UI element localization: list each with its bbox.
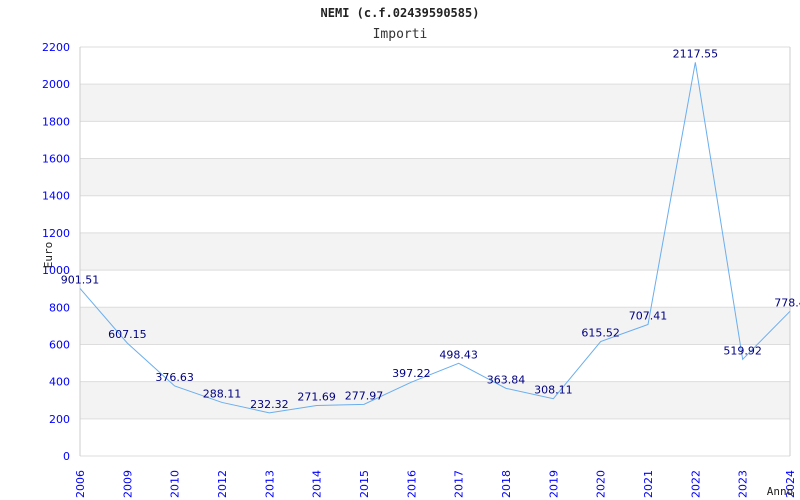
x-tick-label: 2013 (263, 470, 276, 498)
chart: 0 200 400 600 800 1000 1200 1400 1600 1800 2000 220… (0, 0, 800, 500)
x-tick-label: 2021 (642, 470, 655, 498)
y-tick-label: 2000 (42, 78, 70, 91)
x-tick-label: 2020 (595, 470, 608, 498)
data-label: 308.11 (534, 384, 573, 397)
data-label: 363.84 (487, 373, 526, 386)
y-tick-label: 0 (63, 450, 70, 463)
data-label: 519.92 (723, 344, 762, 357)
data-label: 271.69 (297, 390, 336, 403)
y-tick-label: 1800 (42, 115, 70, 128)
x-axis-label: Anno (767, 485, 794, 498)
y-tick-label: 400 (49, 376, 70, 389)
data-label: 376.63 (155, 371, 194, 384)
grid-band (80, 158, 790, 196)
x-tick-label: 2017 (453, 470, 466, 498)
x-tick-label: 2023 (737, 470, 750, 498)
data-label: 498.43 (439, 348, 478, 361)
y-tick-label: 1200 (42, 227, 70, 240)
line-chart: 0200400600800100012001400160018002000220… (42, 6, 800, 498)
chart-subtitle: Importi (373, 27, 428, 42)
data-label: 2117.55 (673, 47, 719, 60)
x-tick-label: 2019 (547, 470, 560, 498)
y-tick-label: 1600 (42, 153, 70, 166)
data-label: 901.51 (61, 273, 100, 286)
x-tick-label: 2009 (121, 470, 134, 498)
x-tick-label: 2010 (169, 470, 182, 498)
data-label: 232.32 (250, 398, 289, 411)
data-label: 277.97 (345, 389, 384, 402)
grid-band (80, 232, 790, 271)
y-tick-label: 600 (49, 338, 70, 351)
x-tick-label: 2022 (689, 470, 702, 498)
chart-title: NEMI (c.f.02439590585) (321, 6, 480, 20)
grid-band (80, 307, 790, 345)
x-tick-label: 2018 (500, 470, 513, 498)
x-tick-label: 2015 (358, 470, 371, 498)
x-tick-label: 2012 (216, 470, 229, 498)
grid-band (80, 381, 790, 419)
data-label: 288.11 (203, 387, 242, 400)
x-tick-label: 2006 (74, 470, 87, 498)
data-label: 615.52 (581, 327, 620, 340)
data-label: 607.15 (108, 328, 147, 341)
x-tick-label: 2014 (311, 470, 324, 498)
y-tick-label: 200 (49, 413, 70, 426)
y-tick-label: 1400 (42, 190, 70, 203)
grid-band (80, 84, 790, 122)
y-tick-label: 2200 (42, 41, 70, 54)
y-axis-label: Euro (42, 242, 55, 269)
data-label: 707.41 (629, 309, 668, 322)
data-label: 397.22 (392, 367, 431, 380)
data-label: 778.4 (774, 296, 800, 309)
x-tick-label: 2016 (405, 470, 418, 498)
y-tick-label: 800 (49, 301, 70, 314)
